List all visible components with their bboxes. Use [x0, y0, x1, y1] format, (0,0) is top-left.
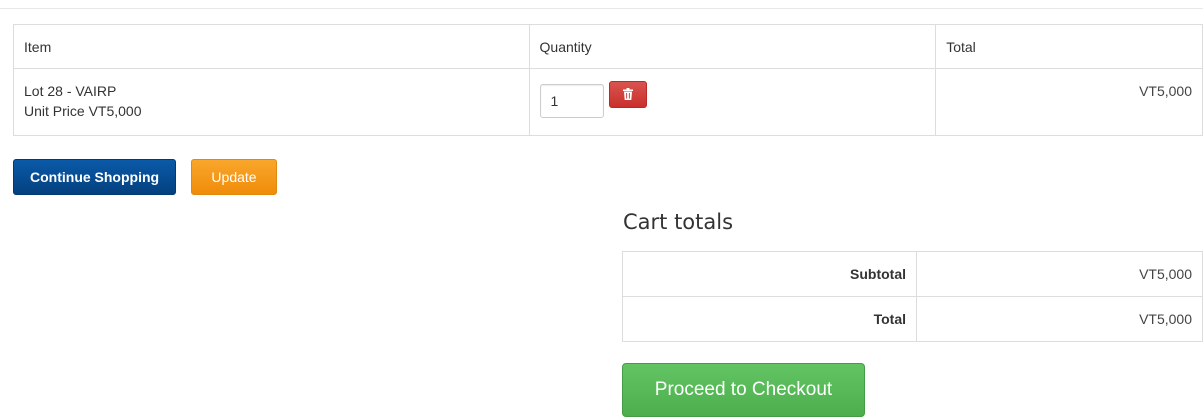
total-value: VT5,000 [916, 296, 1203, 342]
total-row: Total VT5,000 [622, 296, 1203, 342]
total-label: Total [622, 296, 917, 342]
remove-item-button[interactable] [608, 80, 647, 108]
subtotal-label: Subtotal [622, 251, 917, 297]
column-header-quantity: Quantity [528, 24, 937, 69]
subtotal-value: VT5,000 [916, 251, 1203, 297]
cart-totals-table: Subtotal VT5,000 Total VT5,000 [622, 251, 1203, 342]
cart-page: Item Quantity Total Lot 28 - VAIRP Unit … [0, 0, 1203, 419]
divider [0, 8, 1203, 9]
continue-shopping-button[interactable]: Continue Shopping [13, 159, 177, 195]
item-cell: Lot 28 - VAIRP Unit Price VT5,000 [13, 68, 530, 136]
line-total-cell: VT5,000 [935, 68, 1203, 136]
column-header-item: Item [13, 24, 530, 69]
quantity-input[interactable] [539, 84, 604, 118]
item-name: Lot 28 - VAIRP [24, 83, 117, 99]
quantity-controls [539, 80, 926, 118]
subtotal-row: Subtotal VT5,000 [622, 251, 1203, 297]
line-total: VT5,000 [1139, 83, 1192, 99]
trash-icon [622, 88, 633, 100]
cart-totals-title: Cart totals [623, 210, 734, 234]
proceed-to-checkout-button[interactable]: Proceed to Checkout [622, 363, 865, 417]
table-row: Lot 28 - VAIRP Unit Price VT5,000 1 VT5,… [13, 68, 1203, 136]
column-header-total: Total [935, 24, 1203, 69]
cart-table: Item Quantity Total Lot 28 - VAIRP Unit … [13, 24, 1203, 136]
table-header-row: Item Quantity Total [13, 24, 1203, 69]
quantity-cell [528, 68, 937, 136]
update-cart-button[interactable]: Update [191, 159, 277, 195]
item-unit-price: Unit Price VT5,000 [24, 103, 142, 119]
